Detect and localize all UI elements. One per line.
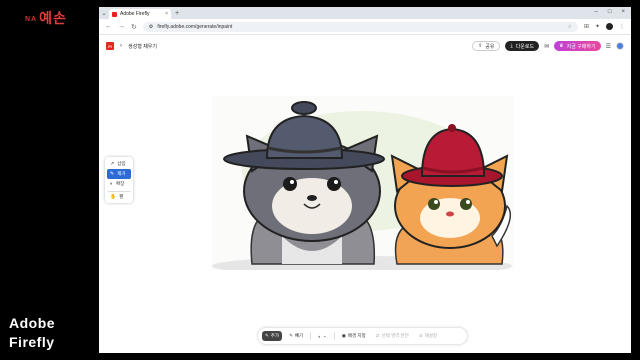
subtract-button[interactable]: ✎ 빼기 bbox=[286, 331, 306, 341]
tab-adobe-firefly[interactable]: Adobe Firefly × bbox=[109, 9, 171, 19]
add-label: 추가 bbox=[270, 333, 280, 338]
crown-icon: ♛ bbox=[559, 43, 564, 49]
add-button[interactable]: ✎ 추가 bbox=[262, 331, 283, 341]
clear-label: 재설정 bbox=[424, 333, 438, 338]
url-bar: ← → ↻ ⚙ firefly.adobe.com/generate/inpai… bbox=[99, 19, 631, 35]
tab-title: Adobe Firefly bbox=[120, 11, 150, 17]
insert-tool[interactable]: ↗ 삽입 bbox=[107, 159, 131, 169]
background-button[interactable]: ▣ 배경 지정 bbox=[339, 331, 369, 341]
image-canvas[interactable] bbox=[212, 96, 514, 270]
new-tab-button[interactable]: + bbox=[175, 10, 179, 17]
remove-icon: ✎ bbox=[110, 171, 115, 177]
hand-icon: ✋ bbox=[110, 193, 117, 200]
close-window-button[interactable]: × bbox=[621, 9, 625, 15]
share-label: 공유 bbox=[485, 43, 495, 50]
apps-grid-icon[interactable]: ☰ bbox=[606, 43, 611, 50]
adobe-favicon-icon bbox=[112, 11, 117, 17]
chevron-down-icon: ⌄ bbox=[322, 333, 327, 338]
address-input[interactable]: ⚙ firefly.adobe.com/generate/inpaint ☆ bbox=[142, 21, 578, 32]
badge-prefix: NA bbox=[25, 15, 38, 23]
extensions-icon[interactable]: ✦ bbox=[595, 23, 600, 30]
app-header: Fi ‹ 생성형 채우기 ⇪ 공유 ⤓ 다운로드 ✉ ♛ 지금 구매하기 ☰ bbox=[99, 35, 631, 57]
background-icon: ▣ bbox=[341, 333, 346, 338]
bookmark-star-icon[interactable]: ☆ bbox=[567, 24, 571, 30]
tab-search-icon[interactable]: ⌄ bbox=[99, 10, 109, 17]
add-brush-icon: ✎ bbox=[265, 333, 269, 338]
clear-icon: ⊘ bbox=[418, 333, 423, 338]
share-button[interactable]: ⇪ 공유 bbox=[472, 41, 501, 51]
user-avatar[interactable] bbox=[616, 42, 624, 50]
tool-panel: ↗ 삽입 ✎ 제거 ◐ 확장 ✋ 팬 bbox=[105, 157, 133, 203]
subtract-brush-icon: ✎ bbox=[289, 333, 293, 338]
share-icon: ⇪ bbox=[478, 43, 483, 49]
insert-icon: ↗ bbox=[110, 161, 115, 167]
badge-text: 예손 bbox=[39, 10, 67, 26]
forward-arrow-icon[interactable]: → bbox=[118, 23, 125, 30]
pan-tool[interactable]: ✋ 팬 bbox=[107, 191, 131, 201]
cats-illustration bbox=[212, 101, 512, 270]
clear-button[interactable]: ⊘ 재설정 bbox=[416, 331, 440, 341]
brand-line1: Adobe bbox=[9, 315, 56, 331]
expand-tool[interactable]: ◐ 확장 bbox=[107, 179, 131, 189]
url-text: firefly.adobe.com/generate/inpaint bbox=[157, 23, 233, 30]
browser-window: ⌄ Adobe Firefly × + – □ × ← → ↻ ⚙ firefl… bbox=[99, 7, 631, 353]
comment-icon[interactable]: ✉ bbox=[544, 43, 549, 50]
buy-label: 지금 구매하기 bbox=[566, 43, 596, 50]
expand-label: 확장 bbox=[116, 181, 125, 186]
brand-caption: Adobe Firefly bbox=[9, 314, 55, 352]
divider bbox=[310, 332, 312, 340]
download-label: 다운로드 bbox=[515, 43, 535, 50]
invert-icon: ⇄ bbox=[375, 333, 380, 338]
brush-settings-icon: ◐ bbox=[318, 333, 321, 339]
back-arrow-icon[interactable]: ← bbox=[105, 23, 112, 30]
minimize-button[interactable]: – bbox=[595, 9, 598, 15]
subtract-label: 빼기 bbox=[294, 333, 304, 338]
translate-icon[interactable]: ⊞ bbox=[584, 23, 589, 30]
download-icon: ⤓ bbox=[510, 43, 513, 49]
logo-badge: NA 예손 bbox=[25, 8, 67, 28]
page-title: 생성형 채우기 bbox=[128, 43, 157, 50]
remove-tool[interactable]: ✎ 제거 bbox=[107, 169, 131, 179]
maximize-button[interactable]: □ bbox=[608, 9, 612, 15]
site-info-icon[interactable]: ⚙ bbox=[149, 24, 153, 30]
tab-close-icon[interactable]: × bbox=[165, 11, 168, 17]
pan-label: 팬 bbox=[119, 193, 124, 199]
menu-kebab-icon[interactable]: ⋮ bbox=[619, 23, 625, 30]
background-label: 배경 지정 bbox=[347, 333, 366, 338]
profile-avatar[interactable] bbox=[606, 23, 613, 30]
brand-line2: Firefly bbox=[9, 334, 55, 350]
remove-label: 제거 bbox=[117, 171, 126, 176]
reload-icon[interactable]: ↻ bbox=[131, 23, 137, 31]
insert-label: 삽입 bbox=[117, 161, 126, 166]
invert-selection-button[interactable]: ⇄ 선택 영역 반전 bbox=[373, 331, 412, 341]
invert-label: 선택 영역 반전 bbox=[381, 333, 409, 338]
selection-toolbar: ✎ 추가 ✎ 빼기 ◐ ⌄ ▣ 배경 지정 ⇄ 선택 영역 반전 ⊘ 재설정 bbox=[258, 328, 467, 344]
buy-now-button[interactable]: ♛ 지금 구매하기 bbox=[554, 41, 601, 51]
firefly-logo[interactable]: Fi bbox=[106, 42, 114, 50]
expand-icon: ◐ bbox=[110, 181, 114, 187]
tab-bar: ⌄ Adobe Firefly × + – □ × bbox=[99, 7, 631, 19]
brush-settings-button[interactable]: ◐ ⌄ bbox=[315, 331, 330, 341]
back-chevron-icon[interactable]: ‹ bbox=[120, 43, 122, 49]
divider bbox=[333, 332, 335, 340]
download-button[interactable]: ⤓ 다운로드 bbox=[505, 41, 540, 51]
